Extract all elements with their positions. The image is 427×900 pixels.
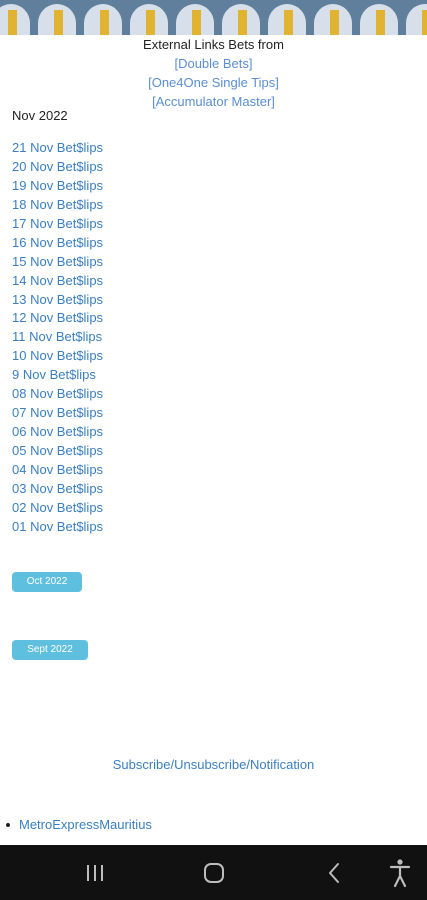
one4one-single-tips-link[interactable]: [One4One Single Tips] [148, 75, 279, 90]
bullet-icon [6, 822, 10, 827]
metroexpress-link[interactable]: MetroExpressMauritius [19, 817, 152, 832]
external-links-heading: External Links Bets from [143, 37, 284, 52]
banner-post [422, 10, 427, 35]
month-title: Nov 2022 [12, 108, 68, 123]
betslip-link[interactable]: 02 Nov Bet$lips [12, 499, 103, 518]
banner-post [192, 10, 201, 35]
betslip-link[interactable]: 11 Nov Bet$lips [12, 328, 103, 347]
betslip-link[interactable]: 13 Nov Bet$lips [12, 291, 103, 310]
home-icon[interactable] [194, 857, 234, 889]
betslip-link[interactable]: 9 Nov Bet$lips [12, 366, 103, 385]
betslip-link[interactable]: 21 Nov Bet$lips [12, 139, 103, 158]
external-site-list: MetroExpressMauritius [6, 815, 152, 835]
list-item[interactable]: MetroExpressMauritius [6, 815, 152, 835]
betslip-link[interactable]: 06 Nov Bet$lips [12, 423, 103, 442]
betslip-link[interactable]: 16 Nov Bet$lips [12, 234, 103, 253]
banner-post [330, 10, 339, 35]
betslip-link[interactable]: 14 Nov Bet$lips [12, 272, 103, 291]
betslip-link[interactable]: 20 Nov Bet$lips [12, 158, 103, 177]
betslip-link[interactable]: 19 Nov Bet$lips [12, 177, 103, 196]
banner-post [284, 10, 293, 35]
banner-post [8, 10, 17, 35]
betslip-link[interactable]: 05 Nov Bet$lips [12, 442, 103, 461]
betslip-link[interactable]: 08 Nov Bet$lips [12, 385, 103, 404]
sept-2022-button[interactable]: Sept 2022 [12, 640, 88, 660]
betslip-link[interactable]: 10 Nov Bet$lips [12, 347, 103, 366]
betslip-link[interactable]: 18 Nov Bet$lips [12, 196, 103, 215]
betslip-link[interactable]: 17 Nov Bet$lips [12, 215, 103, 234]
back-icon[interactable] [314, 857, 354, 889]
header-banner [0, 0, 427, 35]
betslip-link[interactable]: 03 Nov Bet$lips [12, 480, 103, 499]
accumulator-master-link[interactable]: [Accumulator Master] [152, 94, 275, 109]
banner-post [54, 10, 63, 35]
banner-post [100, 10, 109, 35]
betslip-link[interactable]: 01 Nov Bet$lips [12, 518, 103, 537]
accessibility-icon[interactable] [380, 857, 420, 889]
banner-post [238, 10, 247, 35]
banner-post [376, 10, 385, 35]
double-bets-link[interactable]: [Double Bets] [174, 56, 252, 71]
betslip-link[interactable]: 07 Nov Bet$lips [12, 404, 103, 423]
betslip-link[interactable]: 15 Nov Bet$lips [12, 253, 103, 272]
betslip-link[interactable]: 04 Nov Bet$lips [12, 461, 103, 480]
betslip-list: 21 Nov Bet$lips 20 Nov Bet$lips 19 Nov B… [12, 139, 103, 537]
subscribe-link[interactable]: Subscribe/Unsubscribe/Notification [0, 757, 427, 772]
oct-2022-button[interactable]: Oct 2022 [12, 572, 82, 592]
android-navigation-bar [0, 845, 427, 900]
banner-post [146, 10, 155, 35]
recent-apps-icon[interactable] [75, 857, 115, 889]
betslip-link[interactable]: 12 Nov Bet$lips [12, 309, 103, 328]
